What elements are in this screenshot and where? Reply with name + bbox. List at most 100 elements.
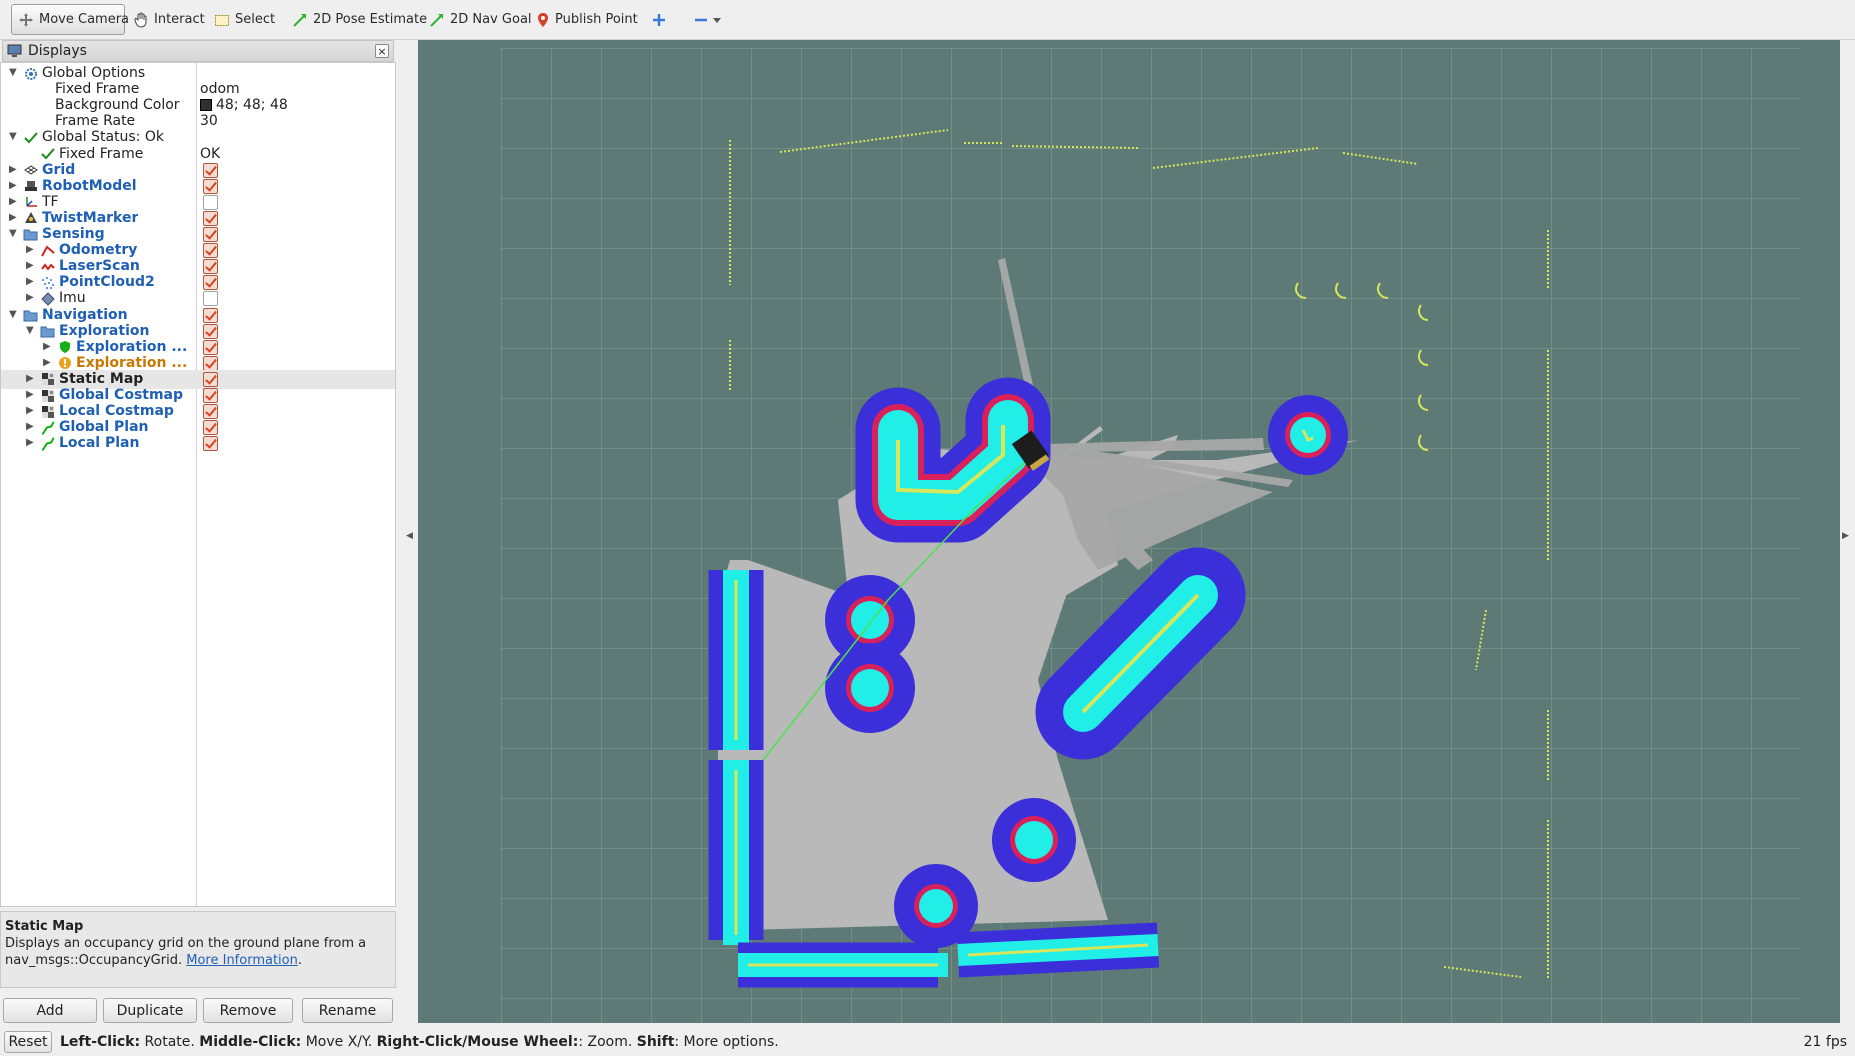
- tree-row-local-plan[interactable]: ▶ Local Plan: [1, 434, 395, 453]
- remove-button[interactable]: Remove: [203, 998, 293, 1023]
- enable-checkbox[interactable]: [203, 243, 218, 259]
- costmap-obstacle-top-right: [1268, 395, 1348, 475]
- expand-arrow-icon[interactable]: ▶: [26, 389, 38, 401]
- enable-checkbox[interactable]: [203, 436, 218, 452]
- tree-row-label: RobotModel: [42, 177, 137, 194]
- close-icon: ×: [377, 44, 387, 58]
- close-panel-button[interactable]: ×: [375, 44, 389, 58]
- publish-point-label: Publish Point: [555, 12, 638, 27]
- tree-row-label: Background Color: [55, 97, 180, 114]
- description-box: Static Map Displays an occupancy grid on…: [0, 911, 396, 988]
- enable-checkbox[interactable]: [203, 307, 218, 323]
- hand-icon: [134, 12, 147, 28]
- collapse-arrow-icon[interactable]: ▼: [9, 228, 21, 240]
- expand-arrow-icon[interactable]: ▶: [9, 212, 21, 224]
- expand-arrow-icon[interactable]: ▶: [26, 405, 38, 417]
- duplicate-button[interactable]: Duplicate: [103, 998, 197, 1023]
- enable-checkbox[interactable]: [203, 404, 218, 420]
- property-value[interactable]: 30: [200, 113, 218, 129]
- fps-counter: 21 fps: [1803, 1034, 1847, 1050]
- move-camera-button[interactable]: Move Camera: [11, 4, 129, 35]
- more-information-link[interactable]: More Information: [186, 953, 298, 968]
- expand-arrow-icon[interactable]: ▶: [26, 292, 38, 304]
- hint-shift-desc: : More options.: [674, 1034, 779, 1050]
- expand-arrow-icon[interactable]: ▶: [26, 421, 38, 433]
- expand-arrow-icon[interactable]: ▶: [9, 180, 21, 192]
- add-button[interactable]: Add: [3, 998, 97, 1023]
- enable-checkbox[interactable]: [203, 388, 218, 403]
- add-tool-button[interactable]: [646, 4, 672, 35]
- expand-arrow-icon[interactable]: ▶: [9, 164, 21, 176]
- collapse-left-icon[interactable]: ◀: [406, 531, 413, 541]
- property-value[interactable]: 48; 48; 48: [200, 97, 288, 113]
- expand-arrow-icon[interactable]: ▶: [43, 357, 55, 369]
- enable-checkbox[interactable]: [203, 210, 218, 226]
- enable-checkbox[interactable]: [203, 178, 218, 194]
- enable-checkbox[interactable]: [203, 371, 218, 387]
- collapse-arrow-icon[interactable]: ▼: [9, 131, 21, 143]
- render-viewport[interactable]: [418, 40, 1840, 1023]
- description-period: .: [297, 953, 303, 968]
- enable-checkbox[interactable]: [203, 275, 218, 291]
- tree-row-label: Global Costmap: [59, 387, 184, 403]
- pose-estimate-label: 2D Pose Estimate: [313, 12, 428, 27]
- remove-tool-button[interactable]: [688, 4, 727, 35]
- enable-checkbox[interactable]: [203, 194, 218, 210]
- property-value-text: 48; 48; 48: [216, 97, 288, 114]
- pose-arrow-icon: [293, 13, 306, 27]
- tree-row-label: Local Plan: [59, 435, 140, 452]
- collapse-arrow-icon[interactable]: ▼: [9, 67, 21, 79]
- expand-arrow-icon[interactable]: ▶: [26, 437, 38, 449]
- map-pin-icon: [538, 12, 548, 27]
- expand-arrow-icon[interactable]: ▶: [26, 244, 38, 256]
- map-scene[interactable]: [418, 40, 1840, 1023]
- nav-goal-button[interactable]: 2D Nav Goal: [423, 4, 538, 35]
- description-title: Static Map: [5, 919, 84, 934]
- enable-checkbox[interactable]: [203, 291, 218, 307]
- warning-icon: [57, 356, 72, 371]
- toolbar: Move Camera Interact Select 2D Pose Esti…: [0, 0, 1855, 40]
- property-value[interactable]: OK: [200, 146, 220, 162]
- enable-checkbox[interactable]: [203, 259, 218, 275]
- color-swatch[interactable]: [200, 99, 212, 112]
- enable-checkbox[interactable]: [203, 339, 218, 355]
- pose-estimate-button[interactable]: 2D Pose Estimate: [286, 4, 433, 35]
- displays-tree: ▼ Global Options Fixed Frame odom Background…: [0, 62, 396, 907]
- enable-checkbox[interactable]: [203, 227, 218, 242]
- map-icon: [40, 372, 55, 387]
- interact-button[interactable]: Interact: [127, 4, 211, 35]
- expand-arrow-icon[interactable]: ▶: [9, 196, 21, 208]
- shield-icon: [57, 340, 72, 355]
- collapse-arrow-icon[interactable]: ▼: [9, 309, 21, 321]
- expand-arrow-icon[interactable]: ▶: [26, 373, 38, 385]
- panel-splitter[interactable]: ◀: [396, 40, 418, 1023]
- enable-checkbox[interactable]: [203, 323, 218, 339]
- property-value[interactable]: odom: [200, 81, 240, 97]
- hint-left-click: Left-Click:: [60, 1034, 141, 1050]
- select-button[interactable]: Select: [208, 4, 281, 35]
- tree-row-label: Exploration ...: [76, 338, 188, 355]
- expand-arrow-icon[interactable]: ▶: [26, 276, 38, 288]
- enable-checkbox[interactable]: [203, 355, 218, 371]
- collapse-arrow-icon[interactable]: ▼: [26, 325, 38, 337]
- enable-checkbox[interactable]: [203, 162, 218, 178]
- property-value-text: odom: [200, 81, 240, 98]
- expand-arrow-icon[interactable]: ▶: [26, 260, 38, 272]
- rename-button[interactable]: Rename: [302, 998, 393, 1023]
- enable-checkbox[interactable]: [203, 420, 218, 436]
- hint-shift: Shift: [636, 1034, 675, 1050]
- tree-row-label: Grid: [42, 161, 76, 178]
- reset-button[interactable]: Reset: [4, 1031, 52, 1053]
- nav-goal-label: 2D Nav Goal: [450, 12, 532, 27]
- tree-row-label: Odometry: [59, 242, 138, 259]
- mouse-hint: Left-Click: Rotate. Middle-Click: Move X…: [60, 1034, 779, 1050]
- tree-row-label: Navigation: [42, 306, 128, 323]
- publish-point-button[interactable]: Publish Point: [530, 4, 644, 35]
- expand-arrow-icon[interactable]: ▶: [43, 341, 55, 353]
- select-icon: [215, 14, 229, 26]
- path-icon: [40, 420, 55, 435]
- tree-row-label: Sensing: [42, 226, 105, 242]
- pointcloud-icon: [40, 275, 55, 290]
- tree-row-label: Global Status: Ok: [42, 129, 165, 146]
- collapse-right-icon[interactable]: ▶: [1842, 531, 1849, 541]
